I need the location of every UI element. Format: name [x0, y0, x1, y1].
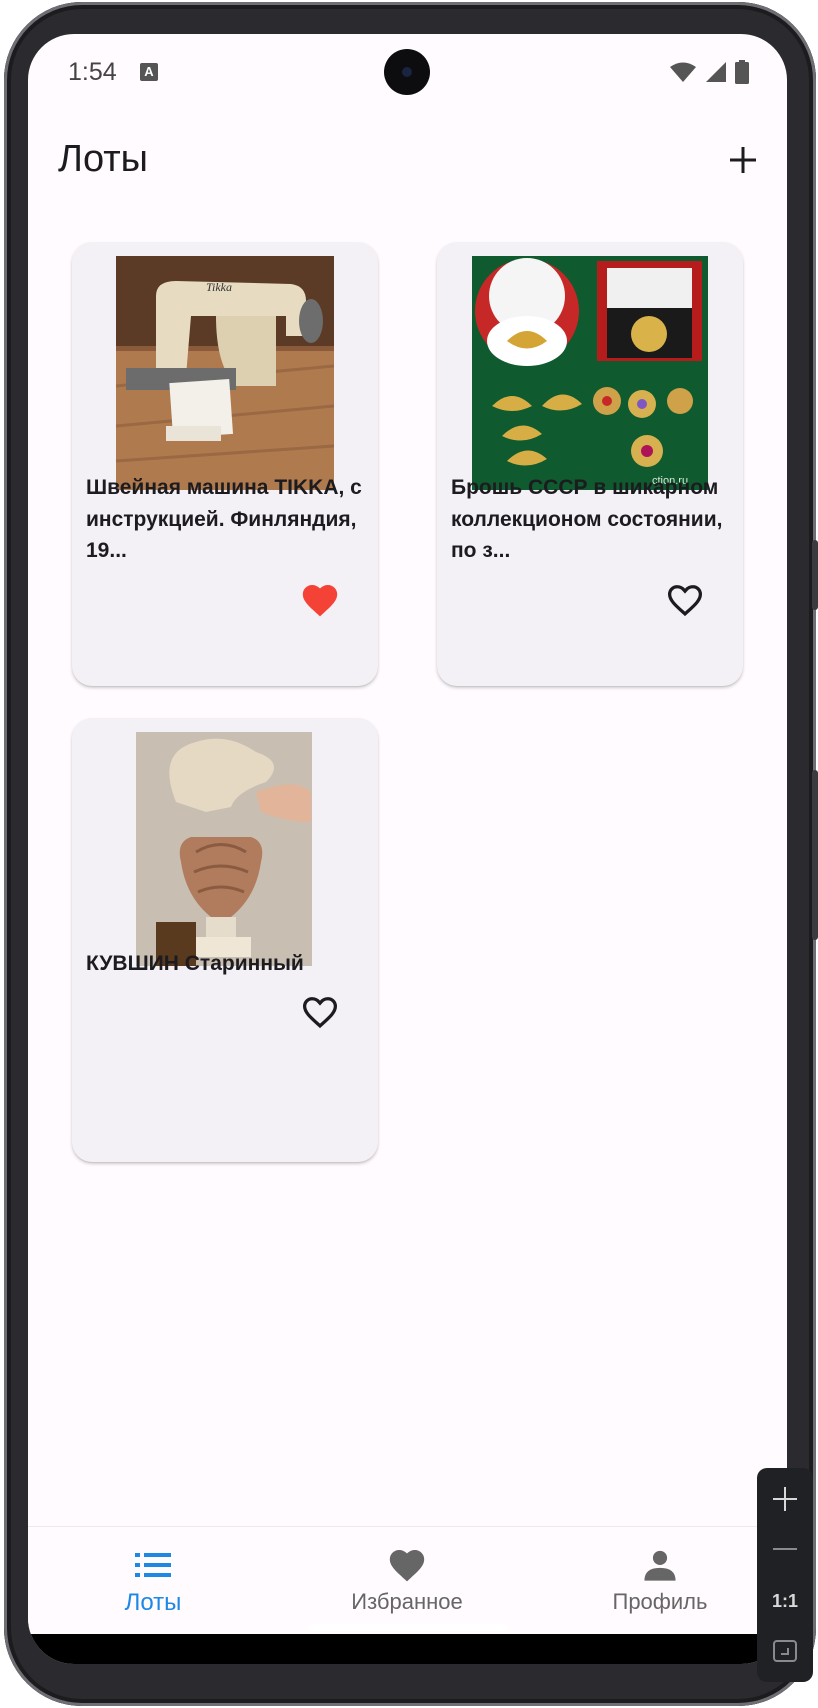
front-camera [384, 49, 430, 95]
lot-title: КУВШИН Старинный [86, 952, 304, 975]
battery-icon [735, 60, 749, 84]
lot-card[interactable]: ction.ru Брошь СССР в шикарном коллекцио… [437, 242, 743, 686]
list-icon [135, 1553, 171, 1577]
nav-item-favorites[interactable]: Избранное [297, 1527, 517, 1635]
zoom-out-icon [773, 1548, 797, 1550]
nav-icon-wrapper [135, 1545, 171, 1585]
lot-card[interactable]: КУВШИН Старинный [72, 718, 378, 1162]
status-bar: 1:54 A [28, 34, 787, 110]
home-gesture-bar[interactable] [308, 1624, 508, 1631]
status-icons [669, 60, 749, 84]
lot-title: Швейная машина TIKKA, с инструкцией. Фин… [86, 476, 362, 562]
favorite-button[interactable] [663, 578, 707, 622]
power-button [812, 770, 818, 940]
fit-screen-icon [773, 1640, 797, 1662]
person-icon [644, 1550, 676, 1581]
bottom-navigation: Лоты Избранное Профиль [28, 1526, 787, 1634]
keyboard-indicator-icon: A [140, 63, 158, 81]
nav-icon-wrapper [643, 1545, 677, 1585]
zoom-out-button[interactable] [757, 1524, 813, 1574]
lot-image-jug [136, 732, 312, 966]
nav-label: Избранное [351, 1589, 463, 1614]
zoom-fit-button[interactable] [757, 1626, 813, 1676]
page-title: Лоты [58, 138, 148, 180]
lot-title: Брошь СССР в шикарном коллекционом состо… [451, 476, 723, 562]
lot-image-brooches: ction.ru [472, 256, 708, 490]
cellular-signal-icon [706, 62, 726, 82]
zoom-actual-size-button[interactable]: 1:1 [757, 1576, 813, 1626]
nav-label: Профиль [612, 1589, 708, 1614]
heart-outline-icon [302, 997, 338, 1029]
heart-filled-icon [302, 584, 338, 617]
plus-icon [730, 147, 756, 173]
nav-item-profile[interactable]: Профиль [550, 1527, 770, 1635]
volume-button [812, 540, 818, 610]
lot-card[interactable]: Tikka Швейная машина TIKKA, с инструкцие… [72, 242, 378, 686]
app-screen: 1:54 A Лоты Tikka Швейная машина TIKKA, … [28, 34, 787, 1664]
nav-label: Лоты [124, 1589, 182, 1616]
wifi-icon [670, 62, 696, 82]
system-gesture-area [28, 1634, 787, 1664]
status-time: 1:54 [68, 58, 117, 86]
lot-image-sewing-machine: Tikka [116, 256, 334, 490]
heart-outline-icon [667, 585, 703, 617]
favorite-button[interactable] [298, 578, 342, 622]
favorite-button[interactable] [298, 990, 342, 1034]
zoom-in-icon [773, 1487, 797, 1511]
add-lot-button[interactable] [715, 132, 771, 188]
emulator-zoom-panel: 1:1 [757, 1468, 813, 1682]
heart-icon [389, 1549, 425, 1582]
svg-text:Tikka: Tikka [206, 280, 232, 294]
nav-item-lots[interactable]: Лоты [43, 1527, 263, 1635]
nav-icon-wrapper [387, 1545, 427, 1585]
zoom-in-button[interactable] [757, 1474, 813, 1524]
